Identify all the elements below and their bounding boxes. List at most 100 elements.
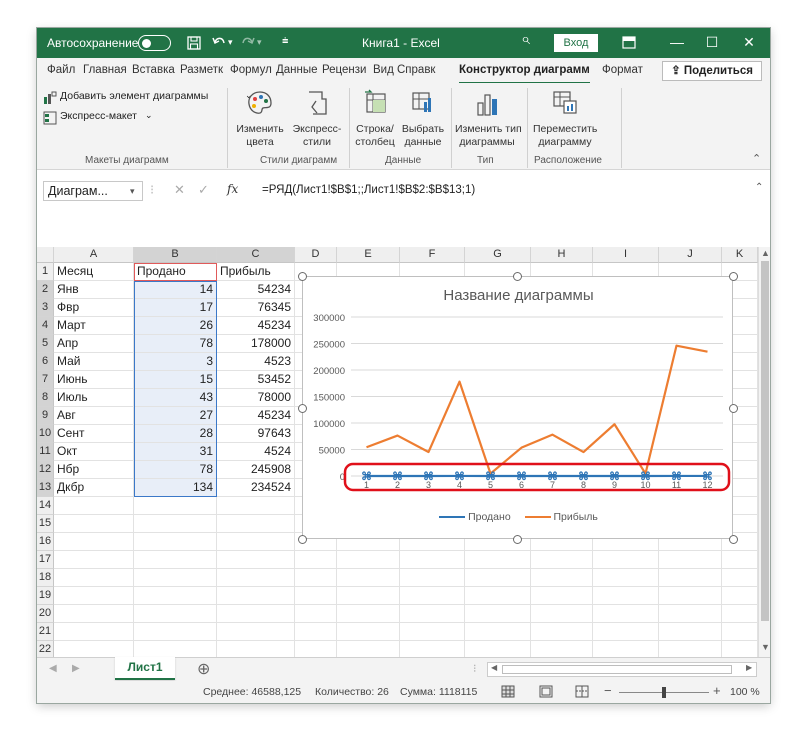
table-cell[interactable]: 43	[134, 389, 217, 407]
table-cell[interactable]: Нбр	[54, 461, 134, 479]
name-box-dropdown-icon[interactable]: ▾	[130, 182, 135, 200]
insert-function-icon[interactable]: fx	[227, 182, 238, 196]
cell[interactable]	[295, 587, 337, 605]
tab-format[interactable]: Формат	[602, 64, 643, 76]
cell[interactable]	[593, 623, 659, 641]
column-header-E[interactable]: E	[337, 247, 400, 263]
cell[interactable]	[337, 641, 400, 657]
cell[interactable]	[217, 551, 295, 569]
cell[interactable]	[465, 551, 531, 569]
tab-help[interactable]: Справк	[397, 64, 435, 76]
cell[interactable]	[295, 641, 337, 657]
cell[interactable]	[54, 569, 134, 587]
cell[interactable]	[54, 533, 134, 551]
cell[interactable]	[531, 551, 593, 569]
table-cell[interactable]: 28	[134, 425, 217, 443]
cell[interactable]	[337, 623, 400, 641]
table-cell[interactable]: 53452	[217, 371, 295, 389]
table-cell[interactable]: 78	[134, 461, 217, 479]
cell[interactable]	[465, 641, 531, 657]
table-cell[interactable]: 14	[134, 281, 217, 299]
zoom-slider-thumb[interactable]	[662, 687, 666, 698]
chart-resize-handle[interactable]	[513, 535, 522, 544]
chart-resize-handle[interactable]	[513, 272, 522, 281]
zoom-in-icon[interactable]: +	[713, 683, 721, 698]
select-all-corner[interactable]	[37, 247, 54, 263]
chart-area[interactable]: Название диаграммы 300000 250000 200000 150…	[302, 276, 733, 539]
table-cell[interactable]: Окт	[54, 443, 134, 461]
cell[interactable]	[722, 551, 758, 569]
cell[interactable]	[295, 569, 337, 587]
table-cell[interactable]: Июнь	[54, 371, 134, 389]
cancel-icon[interactable]: ✕	[174, 182, 185, 198]
row-header-14[interactable]: 14	[37, 497, 54, 515]
cell[interactable]	[134, 605, 217, 623]
zoom-level[interactable]: 100 %	[730, 686, 760, 698]
cell[interactable]	[465, 623, 531, 641]
table-cell[interactable]: 78000	[217, 389, 295, 407]
cell[interactable]	[593, 569, 659, 587]
table-cell[interactable]: 31	[134, 443, 217, 461]
switch-row-column-button[interactable]: Строка/ столбец	[351, 89, 399, 151]
page-layout-view-icon[interactable]	[539, 685, 553, 698]
cell[interactable]	[722, 605, 758, 623]
select-data-button[interactable]: Выбрать данные	[399, 89, 447, 151]
scroll-left-icon[interactable]: ◀	[491, 663, 497, 672]
table-cell[interactable]: 17	[134, 299, 217, 317]
row-header-9[interactable]: 9	[37, 407, 54, 425]
undo-dropdown-icon[interactable]: ▾	[228, 37, 233, 48]
column-header-K[interactable]: K	[722, 247, 758, 263]
row-header-11[interactable]: 11	[37, 443, 54, 461]
add-sheet-icon[interactable]: ⊕	[197, 659, 210, 679]
cell[interactable]	[659, 623, 722, 641]
cell[interactable]	[217, 641, 295, 657]
column-header-I[interactable]: I	[593, 247, 659, 263]
cell[interactable]	[659, 641, 722, 657]
table-cell[interactable]: 27	[134, 407, 217, 425]
cell[interactable]	[337, 569, 400, 587]
table-cell[interactable]: Июль	[54, 389, 134, 407]
cell[interactable]	[54, 623, 134, 641]
table-cell[interactable]: 97643	[217, 425, 295, 443]
quick-styles-button[interactable]: Экспресс- стили	[289, 89, 345, 151]
table-cell[interactable]: 4524	[217, 443, 295, 461]
cell[interactable]	[337, 605, 400, 623]
cell[interactable]	[54, 497, 134, 515]
horizontal-scrollbar-thumb[interactable]	[502, 665, 732, 674]
search-icon[interactable]: ⌕	[521, 31, 530, 49]
cell[interactable]	[722, 587, 758, 605]
column-header-A[interactable]: A	[54, 247, 134, 263]
table-cell[interactable]: 45234	[217, 407, 295, 425]
header-cell[interactable]: Месяц	[54, 263, 134, 281]
cell[interactable]	[531, 569, 593, 587]
scroll-right-icon[interactable]: ▶	[746, 663, 752, 672]
close-icon[interactable]: ✕	[734, 34, 764, 51]
cell[interactable]	[295, 623, 337, 641]
chart-resize-handle[interactable]	[729, 404, 738, 413]
cell[interactable]	[531, 623, 593, 641]
tab-page-layout[interactable]: Разметк	[180, 64, 223, 76]
autosave-toggle[interactable]	[138, 35, 171, 51]
horizontal-scrollbar[interactable]: ◀ ▶	[487, 662, 757, 677]
table-cell[interactable]: Сент	[54, 425, 134, 443]
cell[interactable]	[659, 605, 722, 623]
tab-chart-design[interactable]: Конструктор диаграмм	[459, 64, 590, 84]
collapse-formula-bar-icon[interactable]: ⌃	[755, 182, 763, 193]
cell[interactable]	[400, 623, 465, 641]
cell[interactable]	[54, 587, 134, 605]
cell[interactable]	[337, 587, 400, 605]
table-cell[interactable]: 45234	[217, 317, 295, 335]
cell[interactable]	[295, 551, 337, 569]
cell[interactable]	[659, 569, 722, 587]
cell[interactable]	[134, 587, 217, 605]
tab-view[interactable]: Вид	[373, 64, 394, 76]
cell[interactable]	[217, 605, 295, 623]
prev-sheet-icon[interactable]: ◀	[49, 663, 57, 674]
cell[interactable]	[659, 551, 722, 569]
signin-button[interactable]: Вход	[554, 34, 598, 52]
cell[interactable]	[722, 569, 758, 587]
cell[interactable]	[217, 533, 295, 551]
chart-legend[interactable]: Продано Прибыль	[303, 511, 734, 523]
cell[interactable]	[593, 551, 659, 569]
tab-split-grip-icon[interactable]: ⁝	[473, 662, 477, 675]
